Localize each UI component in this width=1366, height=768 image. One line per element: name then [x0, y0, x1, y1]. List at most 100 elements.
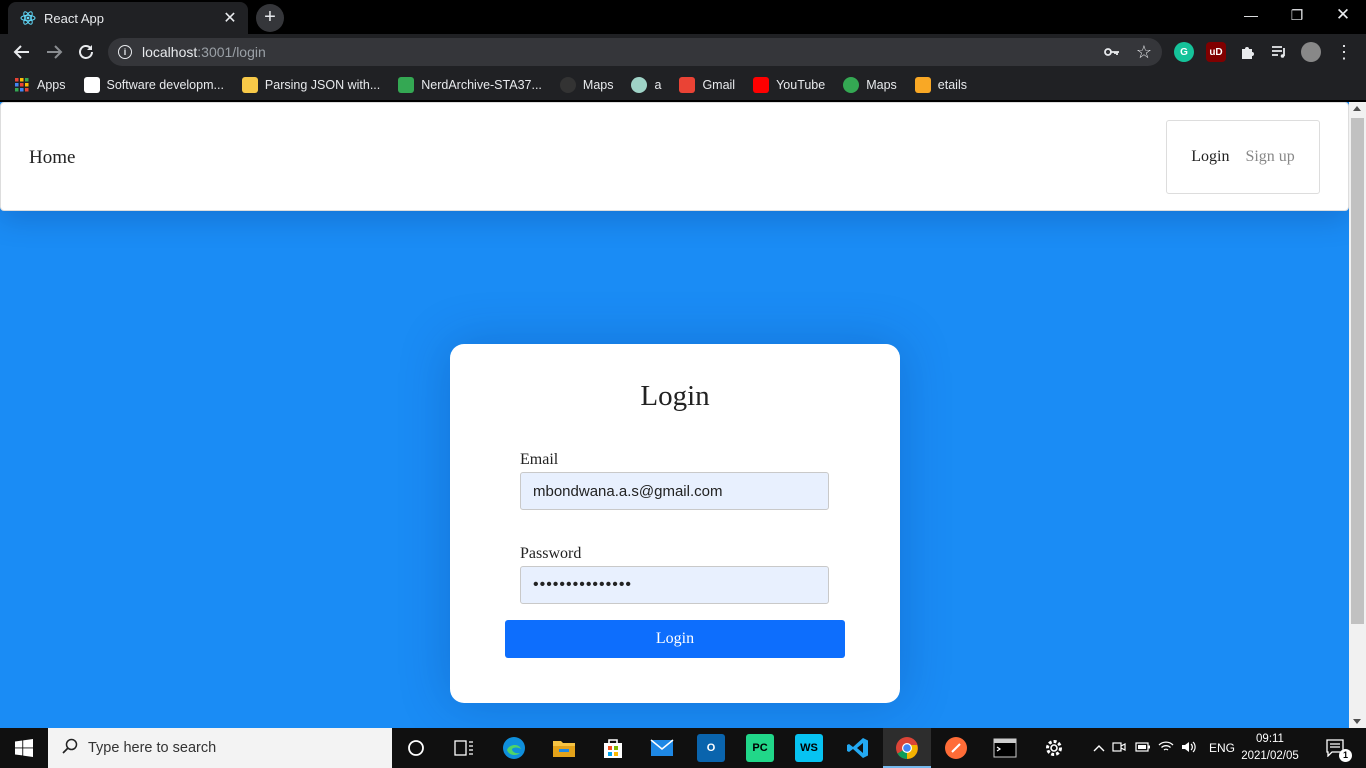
- python-icon: [241, 77, 258, 93]
- tab-title: React App: [44, 10, 104, 26]
- microsoft-store-icon[interactable]: [599, 734, 627, 762]
- media-queue-icon[interactable]: [1267, 38, 1291, 66]
- apps-grid-icon: [14, 77, 30, 93]
- github-icon: [559, 77, 576, 93]
- email-label: Email: [520, 451, 559, 468]
- site-info-icon[interactable]: i: [118, 45, 132, 59]
- browser-toolbar: i localhost:3001/login ☆ G uD ⋮: [0, 34, 1366, 70]
- cortana-icon[interactable]: [402, 734, 430, 762]
- bookmark-item[interactable]: Apps: [14, 77, 66, 93]
- scrollbar-thumb[interactable]: [1351, 118, 1364, 624]
- key-icon[interactable]: [1100, 38, 1124, 66]
- browser-menu-icon[interactable]: ⋮: [1332, 38, 1356, 66]
- task-view-icon[interactable]: [450, 734, 478, 762]
- react-logo-icon: [20, 10, 36, 26]
- scroll-up-icon[interactable]: [1353, 106, 1361, 111]
- profile-avatar-icon[interactable]: [1301, 42, 1321, 62]
- bookmarks-bar: Apps Software developm... Parsing JSON wit…: [0, 70, 1366, 100]
- windows-taskbar: Type here to search O PC WS ENG 09:11 20…: [0, 728, 1366, 768]
- clock-date: 2021/02/05: [1241, 750, 1299, 762]
- clock-time: 09:11: [1256, 733, 1284, 745]
- outlook-icon[interactable]: O: [697, 734, 725, 762]
- file-explorer-icon[interactable]: [550, 734, 578, 762]
- bookmark-label: Software developm...: [106, 78, 224, 92]
- bookmark-label: YouTube: [776, 78, 826, 92]
- scroll-down-icon[interactable]: [1353, 719, 1361, 724]
- bookmark-item[interactable]: NerdArchive-STA37...: [398, 77, 542, 93]
- nav-signup-link[interactable]: Sign up: [1245, 148, 1294, 166]
- browser-tab[interactable]: React App ✕: [8, 2, 248, 34]
- mail-icon[interactable]: [648, 734, 676, 762]
- share-icon: [914, 77, 931, 93]
- search-placeholder: Type here to search: [88, 740, 217, 756]
- ublock-icon[interactable]: uD: [1206, 42, 1226, 62]
- taskbar-clock[interactable]: 09:11 2021/02/05: [1238, 731, 1302, 765]
- vscode-icon[interactable]: [844, 734, 872, 762]
- google-drive-icon: [398, 77, 415, 93]
- bookmark-item[interactable]: Software developm...: [83, 77, 224, 93]
- webstorm-icon[interactable]: WS: [795, 734, 823, 762]
- address-bar[interactable]: i localhost:3001/login: [108, 38, 1162, 66]
- bookmark-label: etails: [937, 78, 967, 92]
- restore-window-icon[interactable]: ❐: [1274, 0, 1320, 30]
- chrome-icon[interactable]: [893, 734, 921, 762]
- bookmark-item[interactable]: a: [631, 77, 661, 93]
- page-scrollbar[interactable]: [1349, 102, 1366, 728]
- bookmark-item[interactable]: Maps: [559, 77, 614, 93]
- postman-icon[interactable]: [942, 734, 970, 762]
- bookmark-label: Gmail: [702, 78, 736, 92]
- bookmark-label: NerdArchive-STA37...: [421, 78, 542, 92]
- nav-home-link[interactable]: Home: [29, 147, 75, 169]
- bookmark-label: a: [654, 78, 662, 92]
- wifi-icon[interactable]: [1154, 740, 1177, 756]
- new-tab-button[interactable]: +: [256, 4, 284, 32]
- bookmark-label: Parsing JSON with...: [264, 78, 381, 92]
- bookmark-star-icon[interactable]: ☆: [1132, 38, 1156, 66]
- youtube-icon: [753, 77, 770, 93]
- settings-gear-icon[interactable]: [1040, 734, 1068, 762]
- globe-icon: [631, 77, 648, 93]
- back-arrow-icon[interactable]: [8, 38, 36, 66]
- minimize-window-icon[interactable]: —: [1228, 0, 1274, 30]
- language-indicator[interactable]: ENG: [1209, 741, 1235, 755]
- gmail-icon: [679, 77, 696, 93]
- bookmark-label: Apps: [37, 78, 66, 92]
- bookmark-item[interactable]: Parsing JSON with...: [241, 77, 381, 93]
- edge-browser-icon[interactable]: [500, 734, 528, 762]
- grammarly-icon[interactable]: G: [1174, 42, 1194, 62]
- login-card: Login Email mbondwana.a.s@gmail.com Pass…: [450, 344, 900, 703]
- email-input[interactable]: mbondwana.a.s@gmail.com: [520, 472, 829, 510]
- close-window-icon[interactable]: ✕: [1320, 0, 1366, 30]
- bookmark-item[interactable]: Gmail: [679, 77, 735, 93]
- volume-icon[interactable]: [1178, 741, 1201, 756]
- bookmark-item[interactable]: etails: [914, 77, 967, 93]
- url-host: localhost: [142, 44, 198, 60]
- amazon-icon: [83, 77, 100, 93]
- taskbar-search-box[interactable]: Type here to search: [48, 728, 392, 768]
- nav-auth-group: Login Sign up: [1166, 120, 1320, 194]
- page-viewport: Home Login Sign up Login Email mbondwana…: [0, 102, 1349, 728]
- site-navbar: Home Login Sign up: [0, 102, 1349, 211]
- google-maps-icon: [843, 77, 860, 93]
- password-input[interactable]: •••••••••••••••: [520, 566, 829, 604]
- close-tab-icon[interactable]: ✕: [222, 8, 238, 28]
- show-hidden-icons-icon[interactable]: [1090, 741, 1108, 755]
- battery-icon[interactable]: [1131, 741, 1154, 755]
- reload-icon[interactable]: [72, 38, 100, 66]
- bookmark-item[interactable]: YouTube: [753, 77, 825, 93]
- forward-arrow-icon[interactable]: [40, 38, 68, 66]
- search-icon: [62, 738, 78, 759]
- notification-center-icon[interactable]: 1: [1322, 734, 1352, 762]
- notification-count-badge: 1: [1339, 749, 1352, 762]
- nav-login-link[interactable]: Login: [1191, 148, 1229, 166]
- extensions-puzzle-icon[interactable]: [1236, 38, 1260, 66]
- browser-tab-bar: React App ✕ + — ❐ ✕: [0, 0, 1366, 34]
- terminal-icon[interactable]: [991, 734, 1019, 762]
- meet-now-icon[interactable]: [1108, 741, 1131, 756]
- pycharm-icon[interactable]: PC: [746, 734, 774, 762]
- login-button[interactable]: Login: [505, 620, 845, 658]
- windows-start-icon[interactable]: [0, 728, 48, 768]
- bookmark-label: Maps: [582, 78, 614, 92]
- system-tray: ENG: [1090, 728, 1235, 768]
- bookmark-item[interactable]: Maps: [843, 77, 897, 93]
